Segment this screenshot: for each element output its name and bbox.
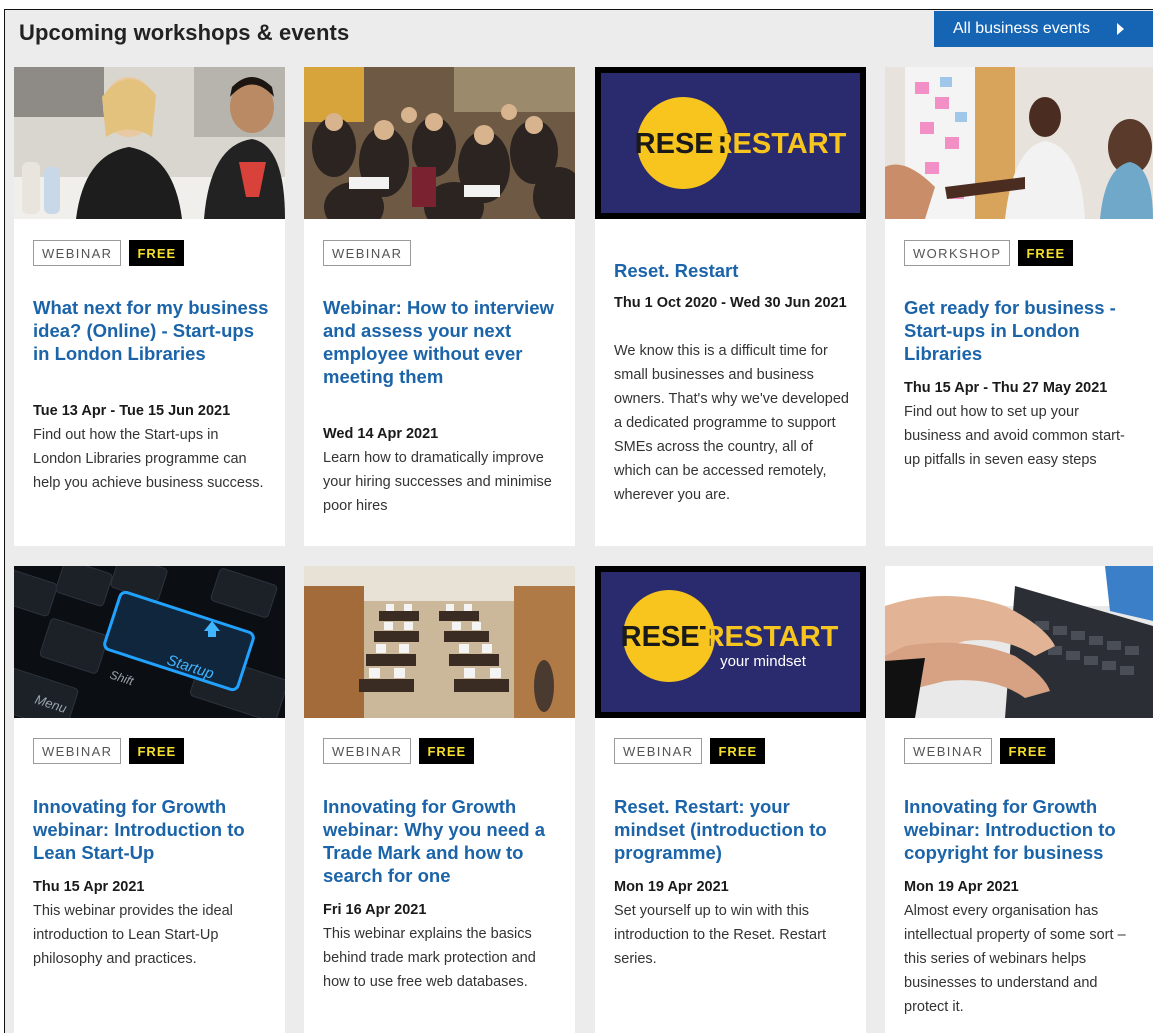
- all-business-events-button[interactable]: All business events: [934, 11, 1153, 47]
- event-card[interactable]: WEBINAR Webinar: How to interview and as…: [304, 67, 575, 546]
- event-tags: WEBINAR FREE: [904, 738, 1056, 764]
- free-badge: FREE: [1018, 240, 1074, 266]
- event-type-badge: WEBINAR: [323, 738, 412, 764]
- event-tags: WEBINAR FREE: [33, 240, 185, 266]
- free-badge: FREE: [129, 240, 185, 266]
- free-badge: FREE: [129, 738, 185, 764]
- logo-text-restart: RESTART: [712, 128, 847, 160]
- all-business-events-label: All business events: [953, 20, 1090, 37]
- free-badge: FREE: [710, 738, 766, 764]
- event-tags: WEBINAR: [323, 240, 412, 266]
- free-badge: FREE: [1000, 738, 1056, 764]
- event-title-link[interactable]: Get ready for business - Start-ups in Lo…: [904, 296, 1144, 365]
- event-image-reset-restart-mindset-logo[interactable]: RESET RESTART your mindset: [595, 566, 866, 718]
- event-description: Learn how to dramatically improve your h…: [323, 450, 552, 514]
- event-type-badge: WEBINAR: [904, 738, 993, 764]
- event-date: Tue 13 Apr - Tue 15 Jun 2021: [33, 403, 231, 419]
- event-type-badge: WEBINAR: [33, 738, 122, 764]
- event-type-badge: WEBINAR: [614, 738, 703, 764]
- page-title: Upcoming workshops & events: [19, 20, 350, 45]
- event-type-badge: WORKSHOP: [904, 240, 1011, 266]
- event-title-link[interactable]: Innovating for Growth webinar: Introduct…: [33, 795, 273, 864]
- event-title-link[interactable]: Innovating for Growth webinar: Introduct…: [904, 795, 1144, 864]
- event-description: We know this is a difficult time for sma…: [614, 343, 849, 503]
- event-tags: WEBINAR FREE: [33, 738, 185, 764]
- free-badge: FREE: [419, 738, 475, 764]
- logo-text-restart: RESTART: [704, 621, 839, 653]
- arrow-right-icon: [1116, 23, 1124, 35]
- event-tags: WORKSHOP FREE: [904, 240, 1074, 266]
- event-image-sticky-notes[interactable]: [885, 67, 1153, 219]
- event-image-office-workers[interactable]: [14, 67, 285, 219]
- event-date: Mon 19 Apr 2021: [614, 879, 729, 895]
- logo-text-mindset: your mindset: [720, 653, 807, 670]
- event-date: Thu 1 Oct 2020 - Wed 30 Jun 2021: [614, 295, 847, 311]
- event-image-typing-laptop[interactable]: [885, 566, 1153, 718]
- event-description: This webinar explains the basics behind …: [323, 926, 536, 990]
- event-image-audience[interactable]: [304, 67, 575, 219]
- event-image-startup-keyboard[interactable]: Startup Shift Menu: [14, 566, 285, 718]
- event-date: Wed 14 Apr 2021: [323, 426, 439, 442]
- event-type-badge: WEBINAR: [33, 240, 122, 266]
- event-tags: WEBINAR FREE: [614, 738, 766, 764]
- event-image-library[interactable]: [304, 566, 575, 718]
- event-card[interactable]: WEBINAR FREE Innovating for Growth webin…: [885, 566, 1153, 1033]
- event-date: Thu 15 Apr - Thu 27 May 2021: [904, 380, 1108, 396]
- event-card[interactable]: Startup Shift Menu WEBINAR FREE Innovati…: [14, 566, 285, 1033]
- event-title-link[interactable]: Reset. Restart: your mindset (introducti…: [614, 795, 854, 864]
- event-image-reset-restart-logo[interactable]: RESET RESTART: [595, 67, 866, 219]
- event-card[interactable]: RESET RESTART your mindset WEBINAR FREE …: [595, 566, 866, 1033]
- event-tags: WEBINAR FREE: [323, 738, 475, 764]
- event-description: This webinar provides the ideal introduc…: [33, 903, 233, 967]
- event-title-link[interactable]: What next for my business idea? (Online)…: [33, 296, 273, 365]
- event-type-badge: WEBINAR: [323, 240, 412, 266]
- event-description: Find out how to set up your business and…: [904, 404, 1125, 468]
- event-title-link[interactable]: Webinar: How to interview and assess you…: [323, 296, 563, 388]
- event-date: Mon 19 Apr 2021: [904, 879, 1019, 895]
- event-title-link[interactable]: Innovating for Growth webinar: Why you n…: [323, 795, 563, 887]
- event-title-link[interactable]: Reset. Restart: [614, 259, 854, 282]
- event-description: Find out how the Start-ups in London Lib…: [33, 427, 264, 491]
- event-date: Thu 15 Apr 2021: [33, 879, 145, 895]
- event-card[interactable]: RESET RESTART Reset. Restart Thu 1 Oct 2…: [595, 67, 866, 546]
- event-description: Set yourself up to win with this introdu…: [614, 903, 826, 967]
- event-card[interactable]: WEBINAR FREE Innovating for Growth webin…: [304, 566, 575, 1033]
- event-card[interactable]: WORKSHOP FREE Get ready for business - S…: [885, 67, 1153, 546]
- event-date: Fri 16 Apr 2021: [323, 902, 427, 918]
- event-card[interactable]: WEBINAR FREE What next for my business i…: [14, 67, 285, 546]
- event-description: Almost every organisation has intellectu…: [904, 903, 1126, 1015]
